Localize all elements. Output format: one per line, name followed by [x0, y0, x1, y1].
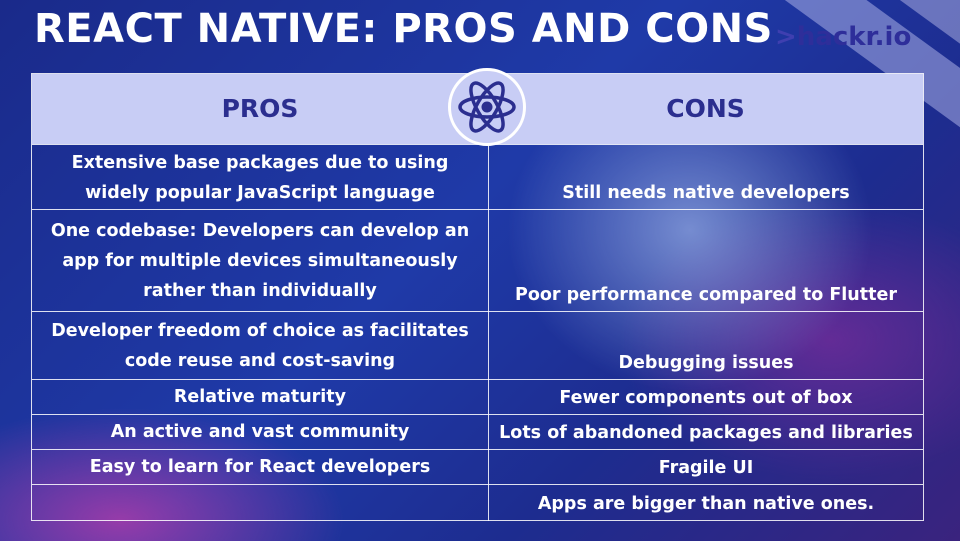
cons-cell: Fragile UI [488, 450, 923, 485]
page-title: REACT NATIVE: PROS AND CONS [34, 6, 773, 52]
table-row: Easy to learn for React developers Fragi… [32, 449, 923, 485]
pros-cell: Extensive base packages due to using wid… [71, 152, 449, 203]
table-row: One codebase: Developers can develop an … [32, 209, 923, 312]
table-row: Developer freedom of choice as facilitat… [32, 311, 923, 380]
table-row: Apps are bigger than native ones. [32, 484, 923, 521]
table-row: Relative maturity Fewer components out o… [32, 379, 923, 415]
brand-logo: >hackr.io [775, 22, 911, 52]
pros-header: PROS [221, 94, 299, 123]
pros-cell: An active and vast community [110, 421, 410, 442]
cons-cell: Lots of abandoned packages and libraries [488, 415, 923, 450]
pros-cell: Easy to learn for React developers [89, 456, 431, 477]
table-row: An active and vast community Lots of aba… [32, 414, 923, 450]
pros-cell: Relative maturity [173, 386, 347, 407]
cons-cell: Fewer components out of box [488, 380, 923, 415]
table-row: Extensive base packages due to using wid… [32, 144, 923, 210]
cons-cell: Poor performance compared to Flutter [488, 210, 923, 312]
pros-cell: One codebase: Developers can develop an … [50, 221, 470, 301]
pros-cell [32, 485, 488, 521]
cons-cell: Still needs native developers [488, 145, 923, 210]
cons-header: CONS [666, 94, 745, 123]
slide: { "title": "REACT NATIVE: PROS AND CONS"… [0, 0, 960, 541]
react-atom-icon [448, 68, 526, 146]
cons-cell: Debugging issues [488, 312, 923, 380]
pros-cell: Developer freedom of choice as facilitat… [51, 321, 469, 371]
cons-cell: Apps are bigger than native ones. [488, 485, 923, 521]
brand-logo-prefix: > [775, 22, 797, 52]
brand-logo-text: hackr.io [796, 22, 912, 52]
